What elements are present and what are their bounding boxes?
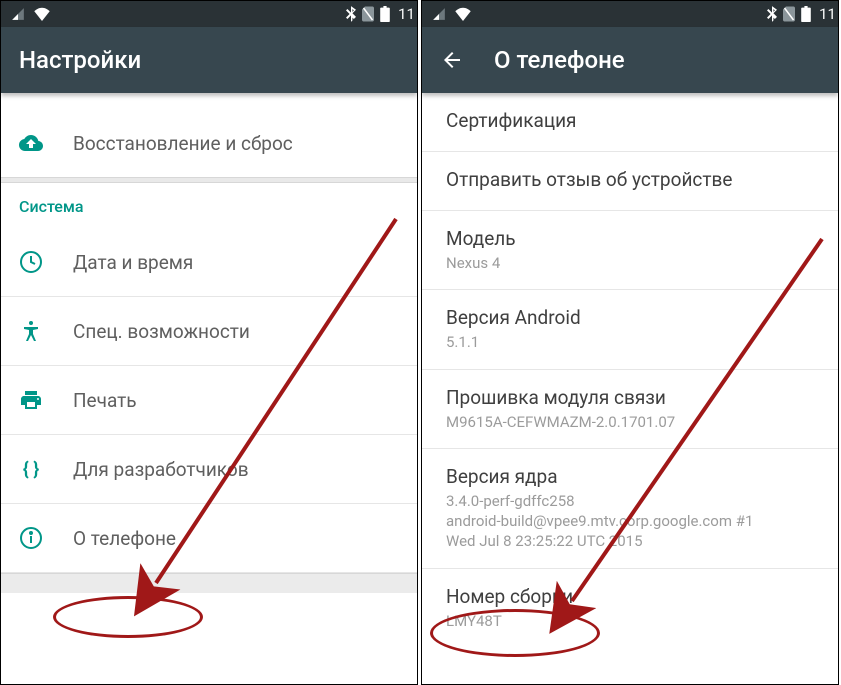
settings-item-label: О телефоне: [73, 527, 176, 550]
about-item-model[interactable]: Модель Nexus 4: [422, 211, 838, 289]
battery-icon: [801, 6, 811, 22]
settings-item-print[interactable]: Печать: [1, 366, 417, 434]
braces-icon: { }: [19, 457, 43, 481]
section-header-system: Система: [1, 183, 417, 228]
about-item-value-line3: Wed Jul 8 23:25:22 UTC 2015: [446, 531, 814, 551]
settings-item-label: Печать: [73, 389, 137, 412]
status-bar: 11: [1, 1, 417, 27]
about-item-feedback[interactable]: Отправить отзыв об устройстве: [422, 152, 838, 210]
about-item-value: Nexus 4: [446, 253, 814, 273]
bluetooth-icon: [767, 6, 777, 22]
accessibility-icon: [19, 319, 43, 343]
about-item-value: M9615A-CEFWMAZM-2.0.1701.07: [446, 412, 814, 432]
annotation-oval: [53, 596, 203, 638]
settings-item-label: Дата и время: [73, 251, 193, 274]
about-item-title: Прошивка модуля связи: [446, 386, 814, 409]
about-item-value: 5.1.1: [446, 332, 814, 352]
app-bar: О телефоне: [422, 27, 838, 93]
cloud-icon: [19, 131, 43, 155]
app-bar-title: Настройки: [19, 46, 141, 74]
signal-strength-icon: [11, 7, 25, 21]
about-item-value: LMY48T: [446, 611, 814, 631]
settings-item-label: Для разработчиков: [73, 458, 249, 481]
settings-item-label: Спец. возможности: [73, 320, 250, 343]
about-item-title: Отправить отзыв об устройстве: [446, 168, 814, 191]
app-bar: Настройки: [1, 27, 417, 93]
about-item-title: Сертификация: [446, 109, 814, 132]
about-item-certification[interactable]: Сертификация: [422, 93, 838, 151]
settings-item-backup[interactable]: Восстановление и сброс: [1, 109, 417, 177]
about-item-title: Версия Android: [446, 306, 814, 329]
about-item-title: Версия ядра: [446, 465, 814, 488]
about-item-build-number[interactable]: Номер сборки LMY48T: [422, 569, 838, 647]
settings-item-accessibility[interactable]: Спец. возможности: [1, 297, 417, 365]
battery-icon: [380, 6, 390, 22]
info-icon: [19, 526, 43, 550]
status-bar: 11: [422, 1, 838, 27]
settings-item-developer[interactable]: { } Для разработчиков: [1, 435, 417, 503]
about-phone-screen: 11 О телефоне Сертификация Отправить отз…: [421, 0, 839, 685]
about-item-kernel[interactable]: Версия ядра 3.4.0-perf-gdffc258 android-…: [422, 449, 838, 568]
wifi-icon: [33, 7, 51, 21]
settings-screen: 11 Настройки Восстановление и сброс Сист…: [0, 0, 418, 685]
printer-icon: [19, 388, 43, 412]
sim-icon: [783, 6, 795, 22]
about-item-title: Номер сборки: [446, 585, 814, 608]
about-item-value-line2: android-build@vpee9.mtv.corp.google.com …: [446, 511, 814, 531]
back-arrow-icon[interactable]: [440, 48, 464, 72]
settings-item-about-phone[interactable]: О телефоне: [1, 504, 417, 572]
settings-item-datetime[interactable]: Дата и время: [1, 228, 417, 296]
bluetooth-icon: [346, 6, 356, 22]
about-item-android-version[interactable]: Версия Android 5.1.1: [422, 290, 838, 368]
status-time: 11: [398, 5, 415, 23]
status-time: 11: [819, 5, 836, 23]
sim-icon: [362, 6, 374, 22]
signal-strength-icon: [432, 7, 446, 21]
about-item-value-line1: 3.4.0-perf-gdffc258: [446, 491, 814, 511]
about-item-baseband[interactable]: Прошивка модуля связи M9615A-CEFWMAZM-2.…: [422, 370, 838, 448]
wifi-icon: [454, 7, 472, 21]
app-bar-title: О телефоне: [494, 46, 625, 74]
about-item-title: Модель: [446, 227, 814, 250]
settings-item-label: Восстановление и сброс: [73, 132, 293, 155]
clock-icon: [19, 250, 43, 274]
